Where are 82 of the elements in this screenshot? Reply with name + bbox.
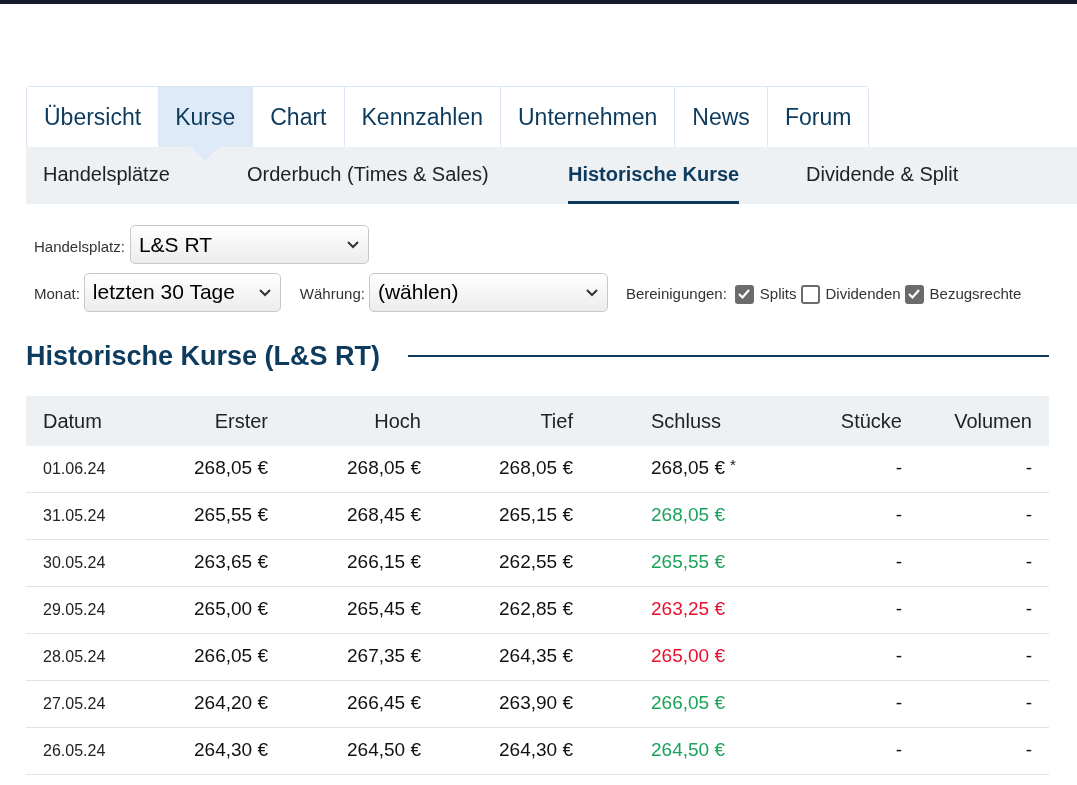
table-cell: 264,30 € <box>194 739 268 761</box>
table-cell: 29.05.24 <box>43 600 106 618</box>
table-cell: 30.05.24 <box>43 553 106 571</box>
table-cell: 263,65 € <box>194 551 268 573</box>
table-cell: 265,45 € <box>347 598 421 620</box>
table-cell: 264,35 € <box>499 645 573 667</box>
table-cell: 268,05 € <box>499 457 573 479</box>
column-header: Erster <box>214 409 268 432</box>
footnote-mark: * <box>729 456 736 474</box>
column-header: Stücke <box>840 409 902 432</box>
tab[interactable]: Forum <box>766 87 869 147</box>
table-cell: - <box>895 457 902 479</box>
table-cell: 264,50 € <box>651 739 725 761</box>
table-cell: 01.06.24 <box>43 459 106 477</box>
table-cell: 268,05 € <box>651 457 725 479</box>
table-cell: - <box>1025 645 1032 667</box>
field-label: Handelsplatz: <box>34 237 125 258</box>
table-cell: 266,05 € <box>194 645 268 667</box>
table-cell: 263,25 € <box>651 598 725 620</box>
table-cell: - <box>895 739 902 761</box>
column-header: Schluss <box>651 409 722 432</box>
table-cell: 262,85 € <box>499 598 573 620</box>
field-label: Währung: <box>299 283 365 304</box>
table-cell: - <box>1025 692 1032 714</box>
field-label: Monat: <box>34 283 80 304</box>
select-field[interactable]: L&S RT <box>129 225 369 264</box>
table-cell: 268,45 € <box>347 504 421 526</box>
column-header: Hoch <box>374 409 421 432</box>
select-field[interactable]: (wählen) <box>368 272 608 312</box>
table-cell: 268,05 € <box>194 457 268 479</box>
checkbox[interactable] <box>800 284 820 304</box>
table-cell: 28.05.24 <box>43 647 106 665</box>
table-cell: 266,45 € <box>347 692 421 714</box>
table-cell: - <box>1025 739 1032 761</box>
table-cell: 268,05 € <box>347 457 421 479</box>
table-cell: - <box>895 598 902 620</box>
table-cell: 268,05 € <box>651 504 725 526</box>
table-cell: 265,00 € <box>651 645 725 667</box>
table-cell: 266,05 € <box>651 692 725 714</box>
table-cell: 264,30 € <box>499 739 573 761</box>
checkbox-label: Bezugsrechte <box>929 283 1022 304</box>
table-cell: 26.05.24 <box>43 741 106 759</box>
tab[interactable]: Kurse <box>158 87 253 147</box>
field-label: Bereinigungen: <box>625 283 727 304</box>
section-heading: Historische Kurse (L&S RT) <box>26 340 381 373</box>
subnav-tab[interactable]: Historische Kurse <box>568 147 740 204</box>
table-cell: 263,90 € <box>499 692 573 714</box>
table-cell: 264,20 € <box>194 692 268 714</box>
chevron-down-icon <box>257 287 272 297</box>
table-cell: 265,00 € <box>194 598 268 620</box>
checkbox[interactable] <box>734 284 754 304</box>
table-cell: - <box>895 504 902 526</box>
checkbox-label: Splits <box>759 283 797 304</box>
table-cell: 265,55 € <box>651 551 725 573</box>
table-cell: - <box>1025 598 1032 620</box>
column-header: Datum <box>43 409 102 432</box>
check-icon <box>737 287 752 301</box>
chevron-down-icon <box>584 287 599 297</box>
table-cell: 262,55 € <box>499 551 573 573</box>
table-cell: - <box>1025 551 1032 573</box>
table-cell: 27.05.24 <box>43 694 106 712</box>
check-icon <box>907 287 922 301</box>
table-cell: 265,15 € <box>499 504 573 526</box>
subnav-tab[interactable]: Orderbuch (Times & Sales) <box>247 147 489 204</box>
table-cell: - <box>895 551 902 573</box>
table-cell: 265,55 € <box>194 504 268 526</box>
table-cell: 267,35 € <box>347 645 421 667</box>
select-field[interactable]: letzten 30 Tage <box>83 272 281 312</box>
table-cell: 31.05.24 <box>43 506 106 524</box>
subnav-tab[interactable]: Handelsplätze <box>26 147 170 204</box>
table-cell: 266,15 € <box>347 551 421 573</box>
subnav-tab[interactable]: Dividende & Split <box>806 147 959 204</box>
table-cell: - <box>895 692 902 714</box>
table-cell: - <box>895 645 902 667</box>
table-cell: 264,50 € <box>347 739 421 761</box>
table-cell: - <box>1025 457 1032 479</box>
chevron-down-icon <box>345 240 360 249</box>
checkbox[interactable] <box>904 284 924 304</box>
column-header: Volumen <box>954 409 1032 432</box>
checkbox-label: Dividenden <box>825 283 901 304</box>
column-header: Tief <box>540 409 573 432</box>
table-cell: - <box>1025 504 1032 526</box>
